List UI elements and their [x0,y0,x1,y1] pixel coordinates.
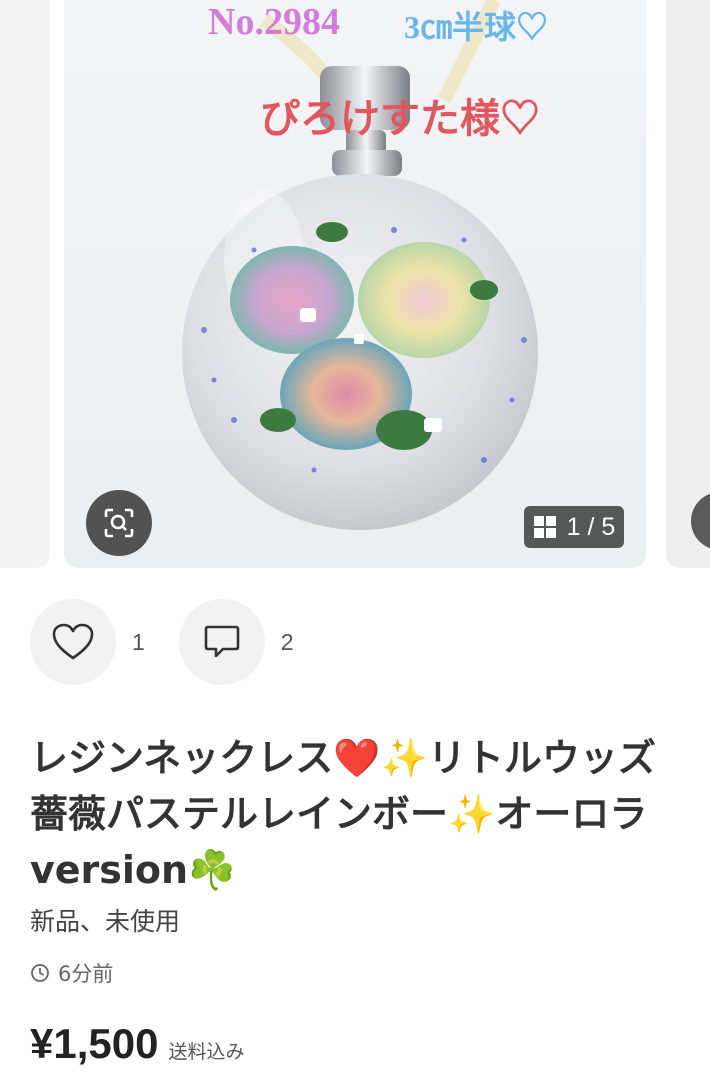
image-carousel[interactable]: No.2984 3㎝半球♡ ぴろけすた様♡ 1 / 5 [0,0,710,570]
item-condition: 新品、未使用 [30,907,181,936]
speech-bubble-icon [204,625,240,658]
next-image-zoom-peek [691,492,710,550]
posted-time-text: 6分前 [58,962,114,986]
image-counter[interactable]: 1 / 5 [524,506,624,548]
comment-button[interactable] [178,599,265,685]
clock-icon [31,964,49,982]
next-image-peek[interactable] [666,0,710,568]
overlay-buyer-name: ぴろけすた様♡ [260,96,540,141]
grid-icon [533,516,556,538]
like-button[interactable] [30,599,116,685]
product-photo[interactable]: No.2984 3㎝半球♡ ぴろけすた様♡ [64,0,646,568]
heart-icon [52,623,94,660]
price-block: ¥1,500 送料込み [30,1020,244,1068]
item-title: レジンネックレス❤️✨リトルウッズ薔薇パステルレインボー✨オーロラversion… [30,736,656,892]
like-count: 1 [132,628,145,655]
image-counter-text: 1 / 5 [566,512,616,541]
zoom-button[interactable] [86,490,152,556]
action-bar: 1 2 [30,598,294,686]
previous-image-peek[interactable] [0,0,50,568]
zoom-scan-icon [104,508,134,538]
overlay-item-number: No.2984 [208,1,340,43]
shipping-included-note: 送料込み [168,1041,245,1063]
posted-time: 6分前 [30,958,113,988]
comment-count: 2 [280,628,294,655]
overlay-size-label: 3㎝半球♡ [404,9,549,45]
price: ¥1,500 [30,1020,159,1067]
